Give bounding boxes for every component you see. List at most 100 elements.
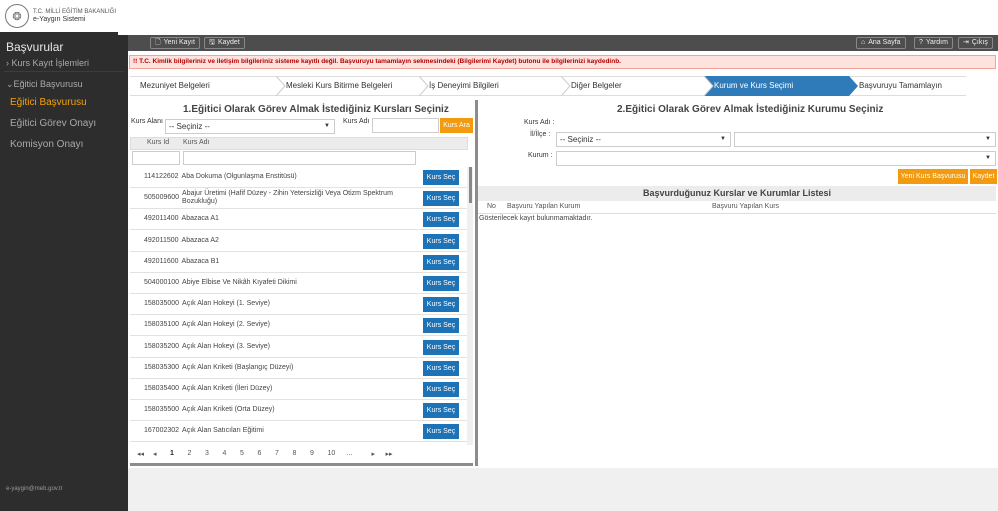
home-button[interactable]: ⌂ Ana Sayfa: [856, 37, 906, 49]
course-name: Açık Alan Hokeyi (1. Seviye): [182, 300, 270, 308]
step-basvuruyu-tamamlayin[interactable]: Başvuruyu Tamamlayın: [849, 76, 966, 96]
save-label: Kaydet: [217, 39, 240, 46]
step-chevron: [704, 76, 714, 96]
course-id: 505009600: [144, 194, 180, 202]
kurs-sec-button[interactable]: Kurs Seç: [423, 297, 459, 313]
col-basvuru-kurum: Başvuru Yapılan Kurum: [507, 203, 581, 210]
kurs-ara-button[interactable]: Kurs Ara: [440, 118, 473, 133]
step-kurum-kurs-secimi[interactable]: Kurum ve Kurs Seçimi: [704, 76, 849, 96]
kurs-adi-input[interactable]: [372, 118, 439, 133]
first-page-button[interactable]: ◂◂: [137, 450, 144, 458]
next-page-button[interactable]: ▸: [372, 450, 376, 458]
help-button[interactable]: ? Yardım: [914, 37, 953, 49]
course-id: 492011500: [144, 236, 179, 244]
step-is-deneyimi[interactable]: İş Deneyimi Bilgileri: [419, 76, 561, 96]
floppy-icon: 🖫: [209, 39, 215, 46]
caret-down-icon: ▼: [985, 136, 991, 142]
kurs-sec-button[interactable]: Kurs Seç: [423, 254, 459, 270]
step-mesleki-kurs[interactable]: Mesleki Kurs Bitirme Belgeleri: [276, 76, 419, 96]
course-text: 492011600 Abazaca B1: [144, 252, 416, 272]
new-record-button[interactable]: 🗋 Yeni Kayıt: [150, 37, 200, 49]
il-select[interactable]: -- Seçiniz -- ▼: [556, 132, 731, 147]
seal-icon: ❂: [5, 4, 29, 28]
wizard-steps: Mezuniyet Belgeleri Mesleki Kurs Bitirme…: [130, 76, 966, 96]
page-number[interactable]: 7: [275, 450, 279, 457]
kurs-sec-button[interactable]: Kurs Seç: [423, 403, 459, 419]
exit-label: Çıkış: [971, 39, 988, 46]
course-id: 158035200: [144, 342, 180, 350]
kurs-sec-button[interactable]: Kurs Seç: [423, 233, 459, 249]
kurs-sec-button[interactable]: Kurs Seç: [423, 318, 459, 334]
page-number[interactable]: ...: [347, 450, 353, 457]
sidebar-item-kurs-kayit[interactable]: › Kurs Kayıt İşlemleri: [6, 58, 89, 68]
save-button[interactable]: 🖫 Kaydet: [204, 37, 245, 49]
last-page-button[interactable]: ▸▸: [386, 450, 393, 458]
prev-page-button[interactable]: ◂: [153, 450, 157, 458]
caret-down-icon: ▼: [324, 123, 330, 129]
page-number[interactable]: 10: [328, 450, 336, 457]
table-row: 492011500 Abazaca A2 Kurs Seç: [130, 230, 467, 252]
col-kurs-id: Kurs Id: [147, 139, 170, 146]
course-name: Açık Alan Kriketi (İleri Düzey): [182, 385, 273, 392]
header-blank: [118, 0, 998, 35]
filter-kurs-id-input[interactable]: [132, 151, 180, 165]
col-basvuru-kurs: Başvuru Yapılan Kurs: [712, 203, 780, 210]
sidebar-item-egitici-gorev-onayi[interactable]: Eğitici Görev Onayı: [10, 118, 96, 129]
page-number[interactable]: 8: [293, 450, 297, 457]
kurs-sec-button[interactable]: Kurs Seç: [423, 212, 459, 228]
home-label: Ana Sayfa: [868, 39, 901, 46]
kurs-sec-button[interactable]: Kurs Seç: [423, 170, 459, 185]
kurum-select[interactable]: ▼: [556, 151, 996, 166]
kurs-sec-button[interactable]: Kurs Seç: [423, 191, 459, 207]
exit-button[interactable]: ⇥ Çıkış: [958, 37, 993, 49]
exit-icon: ⇥: [963, 39, 969, 46]
page-number[interactable]: 6: [258, 450, 262, 457]
step-chevron: [849, 76, 858, 96]
table-row: 492011400 Abazaca A1 Kurs Seç: [130, 209, 467, 231]
panel-bottom-bar: [130, 463, 473, 466]
sidebar-item-komisyon-onayi[interactable]: Komisyon Onayı: [10, 139, 83, 150]
page-number[interactable]: 2: [188, 450, 192, 457]
course-name: Abiye Elbise Ve Nikâh Kıyafeti Dikimi: [182, 279, 297, 286]
table-row: 158035500 Açık Alan Kriketi (Orta Düzey) K…: [130, 400, 467, 422]
page-number[interactable]: 9: [310, 450, 314, 457]
scrollbar-track[interactable]: [467, 167, 473, 445]
col-no: No: [487, 203, 496, 210]
scrollbar-thumb[interactable]: [469, 167, 472, 203]
step-diger-belgeler[interactable]: Diğer Belgeler: [561, 76, 704, 96]
kurs-sec-button[interactable]: Kurs Seç: [423, 339, 459, 355]
sidebar-item-egitici-basvurusu[interactable]: Eğitici Başvurusu: [10, 97, 87, 108]
kurs-sec-button[interactable]: Kurs Seç: [423, 276, 459, 291]
table-row: 505009600 Abajur Üretimi (Hafif Düzey - Z…: [130, 188, 467, 210]
course-text: 158035300 Açık Alan Kriketi (Başlangıç Dü…: [144, 358, 416, 378]
kurs-alani-select[interactable]: -- Seçiniz -- ▼: [165, 119, 335, 134]
course-name: Abajur Üretimi (Hafif Düzey - Zihin Yete…: [182, 190, 393, 206]
course-id: 158035400: [144, 385, 180, 392]
save-application-button[interactable]: Kaydet: [970, 169, 997, 184]
kurs-sec-button[interactable]: Kurs Seç: [423, 382, 459, 397]
sidebar-item-egitici-basvurusu-group[interactable]: ⌄Eğitici Başvurusu: [6, 79, 83, 90]
course-text: 492011400 Abazaca A1: [144, 209, 416, 229]
footer-email: e-yaygin@meb.gov.tr: [6, 486, 63, 492]
il-ilce-label: İl/İlçe :: [530, 131, 551, 138]
right-panel-title: 2.Eğitici Olarak Görev Almak İstediğiniz…: [617, 104, 884, 115]
table-row: 158035200 Açık Alan Hokeyi (3. Seviye) Kur…: [130, 336, 467, 358]
step-chevron: [561, 76, 571, 96]
step-mezuniyet[interactable]: Mezuniyet Belgeleri: [130, 76, 276, 96]
kurs-alani-value: -- Seçiniz --: [169, 122, 210, 131]
new-application-button[interactable]: Yeni Kurs Başvurusu: [898, 169, 968, 184]
filter-kurs-adi-input[interactable]: [183, 151, 416, 165]
page-number[interactable]: 5: [240, 450, 244, 457]
kurs-sec-button[interactable]: Kurs Seç: [423, 424, 459, 440]
kurs-sec-button[interactable]: Kurs Seç: [423, 360, 459, 376]
document-icon: 🗋: [155, 39, 161, 46]
page-number[interactable]: 3: [205, 450, 209, 457]
ilce-select[interactable]: ▼: [734, 132, 996, 147]
page-number[interactable]: 4: [223, 450, 227, 457]
table-row: 158035300 Açık Alan Kriketi (Başlangıç Dü…: [130, 357, 467, 379]
brand-line2: e-Yaygın Sistemi: [33, 16, 86, 23]
course-id: 158035100: [144, 321, 180, 329]
brand-logo[interactable]: ❂ T.C. MİLLİ EĞİTİM BAKANLIĞI e-Yaygın S…: [0, 0, 118, 32]
page-number[interactable]: 1: [170, 450, 174, 457]
new-record-label: Yeni Kayıt: [163, 39, 195, 46]
